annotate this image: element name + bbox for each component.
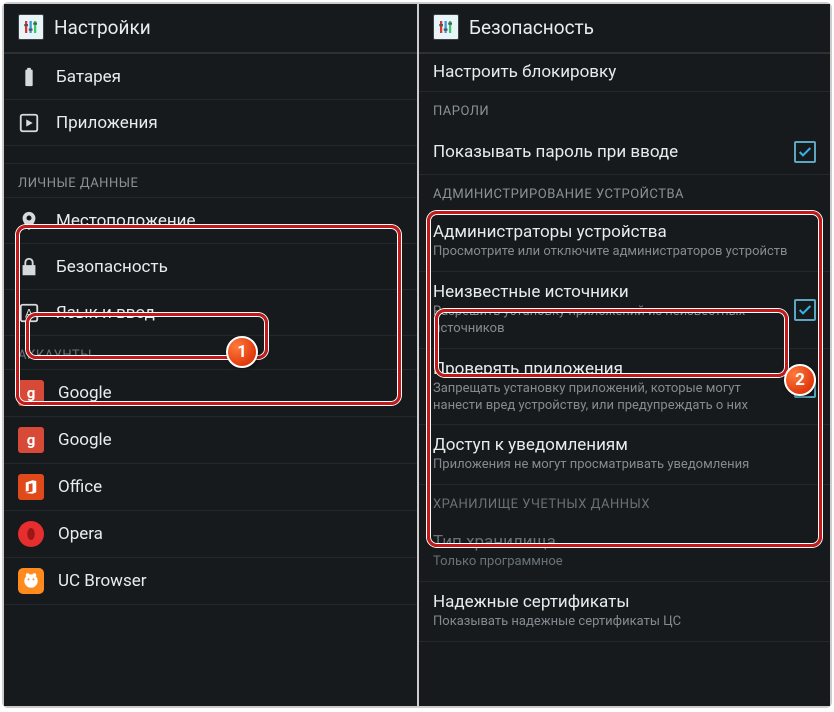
row-label: Google: [58, 383, 112, 403]
location-icon: [18, 210, 40, 232]
row-sublabel: Разрешить установку приложений из неизве…: [433, 304, 786, 338]
row-notif-access[interactable]: Доступ к уведомлениям Приложения не могу…: [419, 425, 830, 485]
section-admin: АДМИНИСТРИРОВАНИЕ УСТРОЙСТВА: [419, 175, 830, 212]
opera-icon: [18, 521, 44, 547]
section-passwords: ПАРОЛИ: [419, 92, 830, 129]
section-personal: ЛИЧНЫЕ ДАННЫЕ: [4, 164, 417, 198]
row-label: Проверять приложения: [433, 359, 786, 379]
row-label: Opera: [58, 524, 103, 544]
security-screen: Безопасность Настроить блокировку ПАРОЛИ…: [417, 4, 830, 706]
row-google1[interactable]: g Google: [4, 370, 417, 417]
row-label: Местоположение: [56, 211, 196, 231]
checkbox-verify-apps[interactable]: [794, 376, 816, 398]
header-title: Безопасность: [469, 16, 594, 39]
row-verify-apps[interactable]: Проверять приложения Запрещать установку…: [419, 349, 830, 426]
row-label: Администраторы устройства: [433, 222, 808, 242]
google-icon: g: [18, 427, 44, 453]
language-icon: A: [18, 302, 40, 324]
row-sublabel: Приложения не могут просматривать уведом…: [433, 457, 808, 474]
row-opera[interactable]: Opera: [4, 511, 417, 558]
section-storage: ХРАНИЛИЩЕ УЧЕТНЫХ ДАННЫХ: [419, 485, 830, 522]
row-label: Доступ к уведомлениям: [433, 435, 808, 455]
row-sublabel: Запрещать установку приложений, которые …: [433, 381, 786, 415]
row-uc[interactable]: UC Browser: [4, 558, 417, 605]
row-label: Надежные сертификаты: [433, 592, 808, 612]
settings-icon: [18, 14, 44, 40]
section-accounts: АККАУНТЫ: [4, 336, 417, 370]
settings-screen: Настройки Батарея Приложения ЛИЧНЫЕ ДАНН…: [4, 4, 417, 706]
row-label: UC Browser: [58, 571, 147, 591]
row-label: Приложения: [56, 113, 158, 133]
row-trusted-certs[interactable]: Надежные сертификаты Показывать надежные…: [419, 582, 830, 642]
row-google2[interactable]: g Google: [4, 417, 417, 464]
row-label: Язык и ввод: [56, 303, 155, 323]
row-label: Office: [58, 477, 102, 497]
header-title: Настройки: [54, 16, 151, 39]
row-label: Показывать пароль при вводе: [433, 142, 678, 162]
row-label: Батарея: [56, 67, 121, 87]
checkbox-unknown-sources[interactable]: [794, 299, 816, 321]
row-label: Настроить блокировку: [433, 62, 616, 82]
apps-icon: [18, 112, 40, 134]
row-language[interactable]: A Язык и ввод: [4, 290, 417, 336]
google-icon: g: [18, 380, 44, 406]
row-storage-type: Тип хранилища Только программное: [419, 522, 830, 582]
settings-icon: [433, 14, 459, 40]
row-sublabel: Только программное: [433, 554, 808, 571]
row-show-password[interactable]: Показывать пароль при вводе: [419, 129, 830, 175]
row-sublabel: Просмотрите или отключите администраторо…: [433, 244, 808, 261]
battery-icon: [18, 66, 40, 88]
header: Настройки: [4, 4, 417, 54]
row-security[interactable]: Безопасность: [4, 244, 417, 290]
row-label: Безопасность: [56, 257, 168, 277]
row-label: Неизвестные источники: [433, 282, 786, 302]
row-device-admins[interactable]: Администраторы устройства Просмотрите ил…: [419, 212, 830, 272]
office-icon: [18, 474, 44, 500]
svg-text:A: A: [25, 306, 33, 320]
checkbox-show-password[interactable]: [794, 141, 816, 163]
row-location[interactable]: Местоположение: [4, 198, 417, 244]
lock-icon: [18, 256, 40, 278]
row-label: Google: [58, 430, 112, 450]
row-unknown-sources[interactable]: Неизвестные источники Разрешить установк…: [419, 272, 830, 349]
row-configure-lock[interactable]: Настроить блокировку: [419, 54, 830, 92]
row-label: Тип хранилища: [433, 532, 808, 552]
row-battery[interactable]: Батарея: [4, 54, 417, 100]
row-sublabel: Показывать надежные сертификаты ЦС: [433, 614, 808, 631]
header: Безопасность: [419, 4, 830, 54]
row-apps[interactable]: Приложения: [4, 100, 417, 146]
uc-icon: [18, 568, 44, 594]
row-office[interactable]: Office: [4, 464, 417, 511]
